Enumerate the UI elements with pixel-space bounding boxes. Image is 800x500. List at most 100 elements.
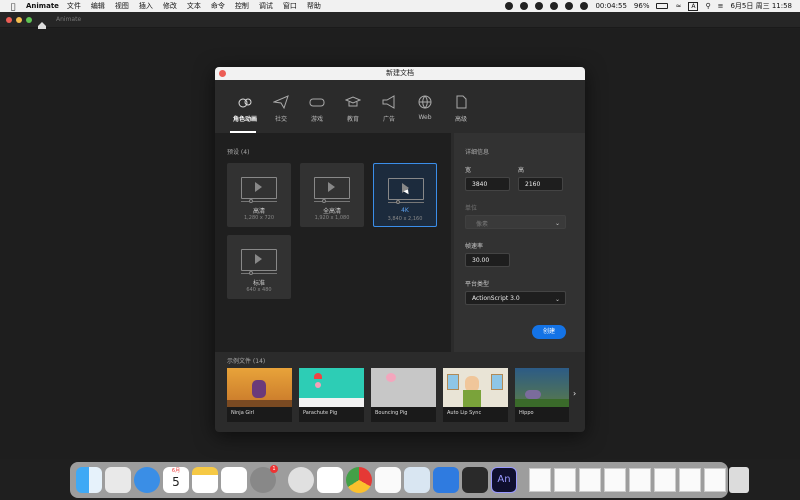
screen-recorder-icon[interactable] [462, 467, 488, 493]
recent-document-thumbnail[interactable] [579, 468, 601, 492]
preset-full-hd[interactable]: 全高清 1,920 x 1,080 [300, 163, 364, 227]
chrome-icon[interactable] [346, 467, 372, 493]
battery-icon[interactable] [656, 3, 669, 9]
sample-parachute-pig[interactable]: Parachute Pig [299, 368, 364, 422]
height-field[interactable]: 2160 [518, 177, 563, 191]
app-title-bar: Animate [0, 12, 800, 30]
baidu-netdisk-icon[interactable] [317, 467, 343, 493]
chevron-right-icon[interactable]: › [573, 389, 576, 398]
finder-icon[interactable] [76, 467, 102, 493]
sample-name: Bouncing Pig [375, 410, 408, 416]
preset-size: 3,840 x 2,160 [387, 216, 423, 222]
battery-percent: 96% [633, 2, 650, 10]
tab-games[interactable]: 游戏 [299, 95, 335, 129]
menu-control[interactable]: 控制 [235, 1, 249, 11]
paper-plane-icon [273, 95, 289, 109]
qq-icon[interactable] [288, 467, 314, 493]
calendar-icon[interactable]: 6月 5 [163, 467, 189, 493]
testflight-icon[interactable] [433, 467, 459, 493]
app-menu[interactable]: Animate [26, 2, 59, 10]
preset-4k[interactable]: 4K 3,840 x 2,160 [373, 163, 437, 227]
status-icon-1[interactable] [505, 2, 514, 10]
calendar-month: 6月 [171, 468, 181, 474]
menu-insert[interactable]: 插入 [139, 1, 153, 11]
zoom-window-icon[interactable] [26, 17, 32, 23]
wifi-icon[interactable]: ≈ [675, 2, 681, 10]
sample-thumbnail [515, 368, 569, 407]
app-tab[interactable]: Animate [56, 16, 81, 23]
preset-standard[interactable]: 标准 640 x 480 [227, 235, 291, 299]
sample-ninja-girl[interactable]: Ninja Girl [227, 368, 292, 422]
minimize-window-icon[interactable] [16, 17, 22, 23]
sample-thumbnail [371, 368, 436, 407]
preset-name: 全高清 [322, 208, 341, 215]
tab-character-animation[interactable]: 角色动画 [227, 95, 263, 129]
create-button[interactable]: 创建 [532, 325, 566, 339]
safari-icon[interactable] [134, 467, 160, 493]
launchpad-icon[interactable] [105, 467, 131, 493]
recent-document-thumbnail[interactable] [654, 468, 676, 492]
sample-hippo[interactable]: Hippo [515, 368, 569, 422]
input-method[interactable]: A [688, 1, 699, 11]
trash-icon[interactable] [729, 467, 749, 493]
animate-icon[interactable]: An [491, 467, 517, 493]
tab-education[interactable]: 教育 [335, 95, 371, 129]
sample-thumbnail [227, 368, 292, 407]
timeline-bar [241, 273, 277, 274]
sample-thumbnail [299, 368, 364, 407]
tab-web[interactable]: Web [407, 95, 443, 129]
menu-window[interactable]: 窗口 [283, 1, 297, 11]
tab-label: 高级 [454, 116, 467, 123]
tab-social[interactable]: 社交 [263, 95, 299, 129]
sample-name: Auto Lip Sync [447, 410, 482, 416]
home-icon[interactable] [37, 15, 47, 30]
record-icon[interactable] [580, 2, 589, 10]
tab-ads[interactable]: 广告 [371, 95, 407, 129]
preset-name: 4K [401, 207, 409, 214]
close-dialog-icon[interactable] [219, 70, 226, 77]
preset-size: 1,920 x 1,080 [314, 215, 350, 221]
textedit-icon[interactable] [375, 467, 401, 493]
playhead-icon [396, 200, 400, 204]
playhead-icon [249, 271, 253, 275]
recent-document-thumbnail[interactable] [679, 468, 701, 492]
menu-debug[interactable]: 调试 [259, 1, 273, 11]
recent-document-thumbnail[interactable] [554, 468, 576, 492]
menu-help[interactable]: 帮助 [307, 1, 321, 11]
recent-document-thumbnail[interactable] [604, 468, 626, 492]
control-center-icon[interactable]: ≡ [718, 2, 724, 10]
close-window-icon[interactable] [6, 17, 12, 23]
status-icon-4[interactable] [550, 2, 559, 10]
status-icon-5[interactable] [565, 2, 574, 10]
tab-advanced[interactable]: 高级 [443, 95, 479, 129]
width-field[interactable]: 3840 [465, 177, 510, 191]
platform-select[interactable]: ActionScript 3.0 ⌄ [465, 291, 566, 305]
system-settings-icon[interactable]: 1 [250, 465, 278, 493]
search-icon[interactable]: ⚲ [705, 2, 710, 10]
status-icon-3[interactable] [535, 2, 544, 10]
play-icon [255, 182, 262, 192]
window-controls [6, 17, 32, 23]
document-icon [456, 95, 467, 109]
clock[interactable]: 6月5日 周三 11:58 [730, 1, 792, 11]
menu-view[interactable]: 视图 [115, 1, 129, 11]
recent-document-thumbnail[interactable] [629, 468, 651, 492]
preset-hd[interactable]: 高清 1,280 x 720 [227, 163, 291, 227]
frame-rate-field[interactable]: 30.00 [465, 253, 510, 267]
menu-text[interactable]: 文本 [187, 1, 201, 11]
sample-auto-lip-sync[interactable]: Auto Lip Sync [443, 368, 508, 422]
menu-modify[interactable]: 修改 [163, 1, 177, 11]
preset-size: 1,280 x 720 [244, 215, 274, 221]
menu-file[interactable]: 文件 [67, 1, 81, 11]
menu-commands[interactable]: 命令 [211, 1, 225, 11]
recent-document-thumbnail[interactable] [529, 468, 551, 492]
status-icon-2[interactable] [520, 2, 529, 10]
reminders-icon[interactable] [221, 467, 247, 493]
sample-bouncing-pig[interactable]: Bouncing Pig [371, 368, 436, 422]
apple-menu-icon[interactable]:  [6, 2, 20, 11]
preview-icon[interactable] [404, 467, 430, 493]
notification-badge: 1 [270, 465, 278, 473]
menu-edit[interactable]: 编辑 [91, 1, 105, 11]
notes-icon[interactable] [192, 467, 218, 493]
recent-document-thumbnail[interactable] [704, 468, 726, 492]
